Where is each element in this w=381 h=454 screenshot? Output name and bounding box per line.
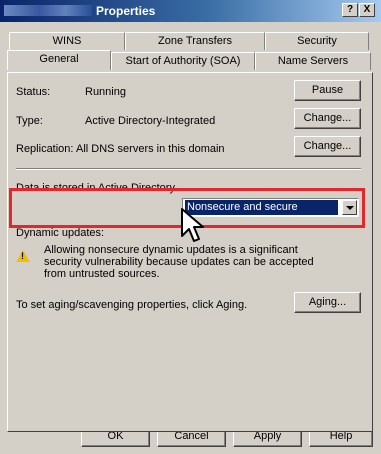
replication-change-label: Change... bbox=[303, 140, 352, 152]
aging-button[interactable]: Aging... bbox=[294, 292, 361, 313]
dynamic-updates-label: Dynamic updates: bbox=[16, 227, 105, 239]
window-title: Properties bbox=[96, 4, 156, 18]
warning-exclamation-icon: ! bbox=[21, 251, 24, 261]
replication-value: All DNS servers in this domain bbox=[76, 143, 225, 155]
replication-label: Replication: bbox=[16, 143, 74, 155]
status-value: Running bbox=[85, 86, 126, 98]
close-title-button[interactable]: X bbox=[359, 3, 375, 17]
type-value: Active Directory-Integrated bbox=[85, 115, 216, 127]
title-bar[interactable]: Properties ? X bbox=[0, 0, 381, 22]
aging-text: To set aging/scavenging properties, clic… bbox=[16, 299, 248, 311]
type-change-label: Change... bbox=[303, 112, 352, 124]
aging-button-label: Aging... bbox=[308, 296, 347, 308]
status-label: Status: bbox=[16, 86, 51, 98]
pause-button-label: Pause bbox=[311, 84, 344, 96]
dynamic-updates-select[interactable]: Nonsecure and secure bbox=[182, 198, 359, 217]
dropdown-arrow-icon[interactable] bbox=[342, 200, 357, 215]
dynamic-updates-selected: Nonsecure and secure bbox=[185, 200, 338, 215]
mouse-cursor-icon bbox=[181, 208, 204, 242]
redacted-title-prefix bbox=[4, 5, 92, 16]
pause-button[interactable]: Pause bbox=[294, 80, 361, 101]
warning-text: Allowing nonsecure dynamic updates is a … bbox=[44, 244, 314, 280]
type-change-button[interactable]: Change... bbox=[294, 108, 361, 129]
properties-dialog: WINS Zone Transfers Security General Sta… bbox=[0, 22, 381, 454]
help-title-button[interactable]: ? bbox=[342, 3, 358, 17]
type-label: Type: bbox=[16, 115, 43, 127]
divider-top bbox=[16, 168, 361, 170]
replication-change-button[interactable]: Change... bbox=[294, 136, 361, 157]
